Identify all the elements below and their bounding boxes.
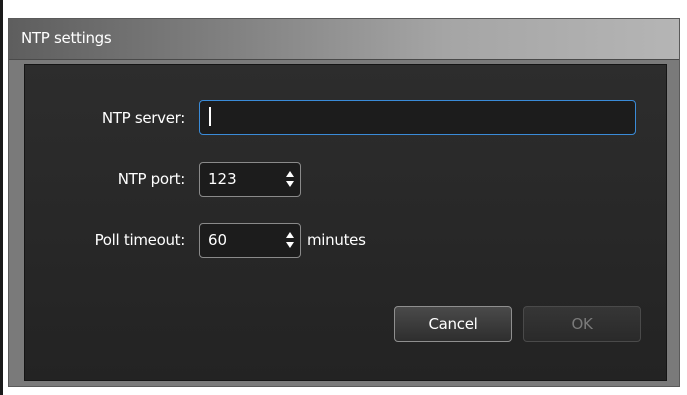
increment-arrow-icon[interactable] [286, 232, 294, 238]
decrement-arrow-icon[interactable] [286, 242, 294, 248]
settings-panel: NTP server: NTP port: 123 Poll timeout: … [24, 64, 667, 381]
poll-timeout-value: 60 [208, 231, 228, 249]
increment-arrow-icon[interactable] [286, 171, 294, 177]
ntp-settings-dialog: NTP settings NTP server: NTP port: 123 P… [8, 18, 680, 387]
poll-timeout-spinbox[interactable]: 60 [199, 223, 301, 258]
ntp-port-spinbox[interactable]: 123 [199, 162, 301, 197]
text-caret [209, 107, 211, 126]
ntp-server-input[interactable] [199, 100, 636, 135]
poll-timeout-spinner[interactable] [286, 232, 295, 250]
cancel-button[interactable]: Cancel [394, 306, 512, 342]
window-edge [0, 0, 3, 395]
ntp-port-value: 123 [208, 170, 237, 188]
poll-timeout-unit: minutes [307, 231, 366, 249]
ntp-port-label: NTP port: [117, 170, 186, 188]
ntp-server-label: NTP server: [101, 109, 185, 127]
decrement-arrow-icon[interactable] [286, 181, 294, 187]
title-bar: NTP settings [9, 19, 679, 60]
poll-timeout-label: Poll timeout: [94, 231, 186, 249]
ok-button[interactable]: OK [523, 306, 641, 342]
ntp-port-spinner[interactable] [286, 171, 295, 189]
dialog-title: NTP settings [21, 29, 112, 47]
